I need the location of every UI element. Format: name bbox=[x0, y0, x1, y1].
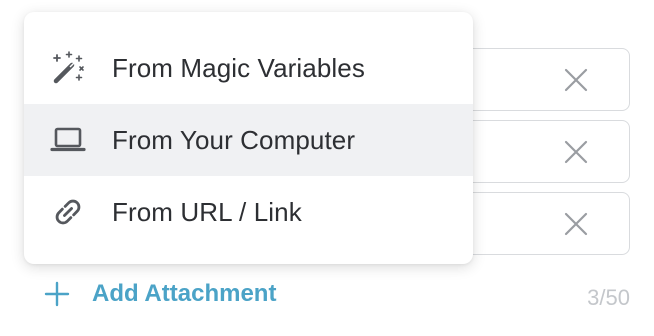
remove-attachment-button[interactable] bbox=[563, 139, 589, 165]
remove-attachment-button[interactable] bbox=[563, 67, 589, 93]
magic-wand-icon bbox=[48, 48, 88, 88]
add-attachment-button[interactable]: Add Attachment bbox=[44, 280, 276, 308]
close-icon bbox=[564, 212, 588, 236]
add-attachment-label: Add Attachment bbox=[92, 280, 277, 307]
link-icon bbox=[48, 192, 88, 232]
attachment-counter: 3/50 bbox=[587, 285, 630, 310]
menu-item-label: From Magic Variables bbox=[112, 52, 365, 83]
laptop-icon bbox=[48, 120, 88, 160]
close-icon bbox=[564, 140, 588, 164]
plus-icon bbox=[44, 281, 70, 307]
menu-item-label: From Your Computer bbox=[112, 124, 356, 155]
close-icon bbox=[564, 68, 588, 92]
menu-item-label: From URL / Link bbox=[112, 196, 302, 227]
remove-attachment-button[interactable] bbox=[563, 211, 589, 237]
menu-item-magic-variables[interactable]: From Magic Variables bbox=[24, 32, 473, 104]
menu-item-your-computer[interactable]: From Your Computer bbox=[24, 104, 473, 176]
menu-item-url-link[interactable]: From URL / Link bbox=[24, 176, 473, 248]
attachment-source-menu: From Magic Variables From Your Computer … bbox=[24, 12, 473, 264]
